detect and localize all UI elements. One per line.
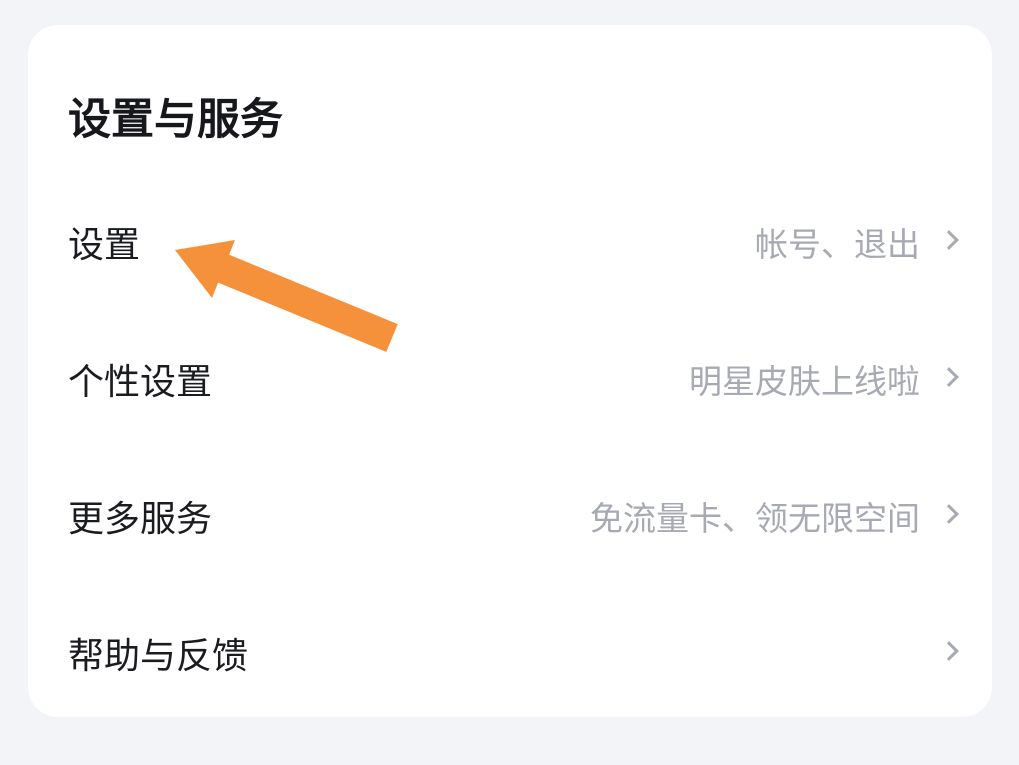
personalization-hint: 明星皮肤上线啦: [689, 362, 920, 401]
settings-label: 设置: [68, 225, 141, 266]
personalization-row[interactable]: 个性设置 明星皮肤上线啦: [28, 324, 992, 434]
help-feedback-row[interactable]: 帮助与反馈: [28, 598, 992, 708]
chevron-right-icon: [939, 367, 959, 387]
personalization-label: 个性设置: [68, 362, 213, 403]
more-services-label: 更多服务: [68, 499, 213, 540]
page: 设置与服务 设置 帐号、退出 个性设置 明星皮肤上线啦 更多服务 免流量卡、领无…: [0, 0, 1019, 765]
more-services-row[interactable]: 更多服务 免流量卡、领无限空间: [28, 461, 992, 571]
section-title: 设置与服务: [68, 95, 283, 145]
settings-row[interactable]: 设置 帐号、退出: [28, 187, 992, 297]
more-services-hint: 免流量卡、领无限空间: [590, 499, 920, 538]
settings-hint: 帐号、退出: [755, 225, 920, 264]
chevron-right-icon: [939, 641, 959, 661]
settings-services-card: 设置与服务 设置 帐号、退出 个性设置 明星皮肤上线啦 更多服务 免流量卡、领无…: [28, 25, 992, 717]
help-feedback-label: 帮助与反馈: [68, 636, 249, 677]
chevron-right-icon: [939, 504, 959, 524]
chevron-right-icon: [939, 230, 959, 250]
